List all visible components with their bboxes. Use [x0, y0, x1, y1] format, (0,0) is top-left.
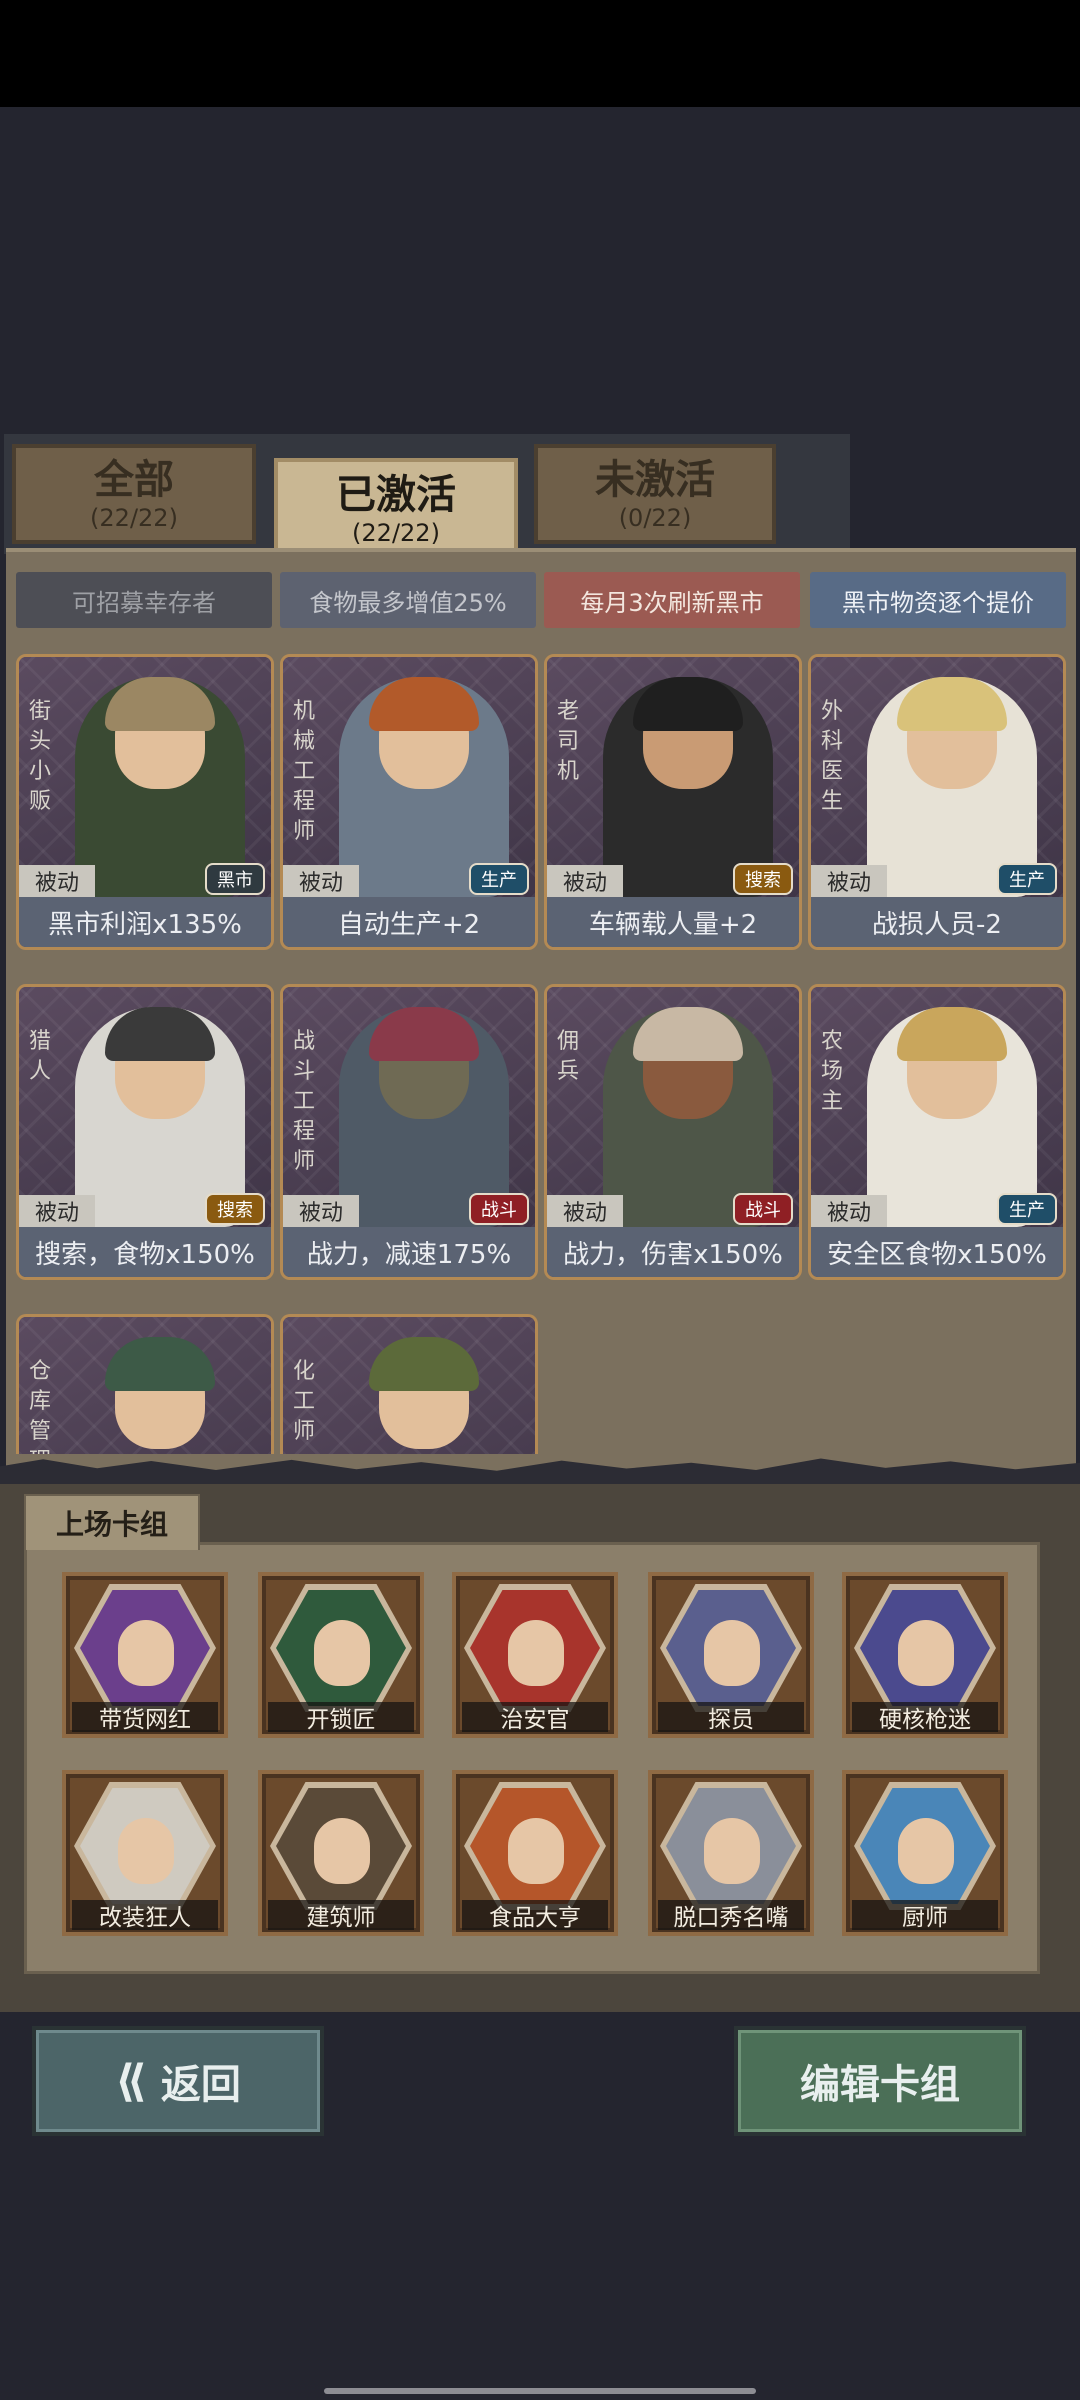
- deck-card[interactable]: 探员: [648, 1572, 814, 1738]
- role-label: 外科医生: [821, 699, 844, 814]
- survivor-card[interactable]: 佣兵 被动 战斗 战力，伤害x150%: [544, 984, 802, 1280]
- portrait-face: [314, 1620, 370, 1686]
- portrait-face: [118, 1620, 174, 1686]
- deck-card[interactable]: 改装狂人: [62, 1770, 228, 1936]
- tab-label: 全部: [94, 457, 174, 503]
- passive-badge: 被动: [19, 1195, 95, 1227]
- card-effect: 车辆载人量+2: [547, 897, 799, 947]
- role-label: 化工师: [293, 1359, 316, 1444]
- deck-card-name: 开锁匠: [268, 1702, 414, 1733]
- survivor-card[interactable]: 猎人 被动 搜索 搜索，食物x150%: [16, 984, 274, 1280]
- status-bar: [0, 0, 1080, 107]
- role-label: 佣兵: [557, 1029, 580, 1084]
- portrait-face: [314, 1818, 370, 1884]
- role-label: 老司机: [557, 699, 580, 784]
- role-label: 战斗工程师: [293, 1029, 316, 1174]
- passive-badge: 被动: [283, 1195, 359, 1227]
- passive-badge: 被动: [811, 1195, 887, 1227]
- deck-card-name: 脱口秀名嘴: [658, 1900, 804, 1931]
- home-indicator[interactable]: [324, 2388, 756, 2394]
- back-button[interactable]: ⟪ 返回: [32, 2026, 324, 2136]
- passive-badge: 被动: [547, 865, 623, 897]
- portrait-face: [508, 1818, 564, 1884]
- portrait-hair: [105, 1337, 215, 1391]
- deck-card[interactable]: 开锁匠: [258, 1572, 424, 1738]
- portrait-face: [898, 1620, 954, 1686]
- deck-card[interactable]: 治安官: [452, 1572, 618, 1738]
- category-tag: 黑市: [205, 863, 265, 895]
- deck-card-name: 带货网红: [72, 1702, 218, 1733]
- role-label: 机械工程师: [293, 699, 316, 844]
- category-tag: 生产: [997, 863, 1057, 895]
- deck-card-name: 探员: [658, 1702, 804, 1733]
- passive-badge: 被动: [19, 865, 95, 897]
- portrait-helmet: [369, 1337, 479, 1391]
- deck-card-name: 食品大亨: [462, 1900, 608, 1931]
- effect-banner: 食物最多增值25%: [280, 572, 536, 628]
- card-effect: 安全区食物x150%: [811, 1227, 1063, 1277]
- deck-card-name: 建筑师: [268, 1900, 414, 1931]
- deck-card-name: 硬核枪迷: [852, 1702, 998, 1733]
- survivor-card[interactable]: 农场主 被动 生产 安全区食物x150%: [808, 984, 1066, 1280]
- edit-deck-label: 编辑卡组: [800, 2062, 960, 2108]
- category-tag: 搜索: [733, 863, 793, 895]
- deck-card[interactable]: 厨师: [842, 1770, 1008, 1936]
- back-button-label: 返回: [160, 2062, 241, 2108]
- category-tag: 搜索: [205, 1193, 265, 1225]
- deck-card[interactable]: 建筑师: [258, 1770, 424, 1936]
- role-label: 猎人: [29, 1029, 52, 1084]
- tab-label: 已激活: [336, 472, 456, 518]
- edit-deck-button[interactable]: 编辑卡组: [734, 2026, 1026, 2136]
- passive-badge: 被动: [811, 865, 887, 897]
- passive-badge: 被动: [547, 1195, 623, 1227]
- deck-card[interactable]: 带货网红: [62, 1572, 228, 1738]
- card-effect: 战力，减速175%: [283, 1227, 535, 1277]
- category-tag: 生产: [469, 863, 529, 895]
- portrait-face: [704, 1818, 760, 1884]
- survivor-card[interactable]: 机械工程师 被动 生产 自动生产+2: [280, 654, 538, 950]
- tab-all[interactable]: 全部 (22/22): [12, 444, 256, 544]
- tab-activated[interactable]: 已激活 (22/22): [274, 458, 518, 560]
- effect-banner: 每月3次刷新黑市: [544, 572, 800, 628]
- role-label: 仓库管理: [29, 1359, 52, 1454]
- card-art: [19, 987, 271, 1227]
- effect-banner: 可招募幸存者: [16, 572, 272, 628]
- card-effect: 自动生产+2: [283, 897, 535, 947]
- passive-badge: 被动: [283, 865, 359, 897]
- card-art: [547, 987, 799, 1227]
- tab-count: (22/22): [90, 504, 178, 532]
- role-label: 街头小贩: [29, 699, 52, 814]
- tab-label: 未激活: [595, 457, 715, 503]
- survivor-card[interactable]: 战斗工程师 被动 战斗 战力，减速175%: [280, 984, 538, 1280]
- tab-count: (22/22): [352, 519, 440, 547]
- deck-card[interactable]: 脱口秀名嘴: [648, 1770, 814, 1936]
- deck-title: 上场卡组: [24, 1494, 200, 1550]
- deck-card-name: 改装狂人: [72, 1900, 218, 1931]
- portrait-face: [508, 1620, 564, 1686]
- survivor-card[interactable]: 街头小贩 被动 黑市 黑市利润x135%: [16, 654, 274, 950]
- role-label: 农场主: [821, 1029, 844, 1114]
- deck-card-name: 厨师: [852, 1900, 998, 1931]
- portrait-face: [898, 1818, 954, 1884]
- survivor-card[interactable]: 外科医生 被动 生产 战损人员-2: [808, 654, 1066, 950]
- survivor-card[interactable]: 化工师: [280, 1314, 538, 1454]
- category-tag: 战斗: [469, 1193, 529, 1225]
- tab-not-activated[interactable]: 未激活 (0/22): [534, 444, 776, 544]
- deck-card-name: 治安官: [462, 1702, 608, 1733]
- card-effect: 战力，伤害x150%: [547, 1227, 799, 1277]
- survivor-card[interactable]: 仓库管理: [16, 1314, 274, 1454]
- card-effect: 战损人员-2: [811, 897, 1063, 947]
- tab-count: (0/22): [618, 504, 692, 532]
- card-effect: 搜索，食物x150%: [19, 1227, 271, 1277]
- deck-card[interactable]: 食品大亨: [452, 1770, 618, 1936]
- category-tag: 生产: [997, 1193, 1057, 1225]
- deck-card[interactable]: 硬核枪迷: [842, 1572, 1008, 1738]
- category-tag: 战斗: [733, 1193, 793, 1225]
- card-effect: 黑市利润x135%: [19, 897, 271, 947]
- double-arrow-left-icon: ⟪: [115, 2055, 147, 2107]
- portrait-face: [118, 1818, 174, 1884]
- portrait-face: [704, 1620, 760, 1686]
- effect-banner: 黑市物资逐个提价: [810, 572, 1066, 628]
- survivor-card[interactable]: 老司机 被动 搜索 车辆载人量+2: [544, 654, 802, 950]
